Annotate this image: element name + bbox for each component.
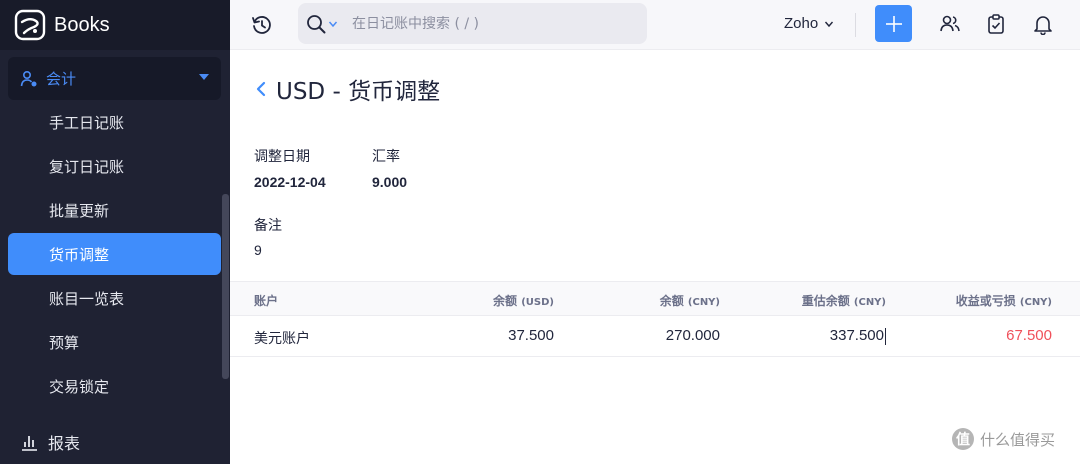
search-input[interactable] xyxy=(352,15,622,32)
organization-switcher[interactable]: Zoho xyxy=(784,15,834,32)
page-header: USD - 货币调整 xyxy=(254,72,440,106)
sidebar-item-label: 货币调整 xyxy=(49,245,110,264)
column-header-gain-loss: 收益或亏损 (CNY) xyxy=(955,294,1052,308)
divider xyxy=(855,13,856,37)
chevron-down-icon[interactable] xyxy=(328,19,338,29)
add-icon xyxy=(885,15,902,32)
users-icon[interactable] xyxy=(939,13,961,35)
sidebar-item-chart-of-accounts[interactable]: 账目一览表 xyxy=(8,277,221,319)
sidebar-item-label: 手工日记账 xyxy=(49,113,125,132)
search-icon[interactable] xyxy=(306,14,326,34)
notes-label: 备注 xyxy=(254,218,282,234)
search-bar[interactable] xyxy=(298,3,647,44)
sidebar-scrollbar[interactable] xyxy=(222,194,229,379)
quick-create-button[interactable] xyxy=(875,5,912,42)
revalued-balance-cell: 337.500 xyxy=(829,327,886,345)
notes-value: 9 xyxy=(254,242,262,258)
sidebar-item-label: 预算 xyxy=(49,333,80,352)
sidebar-item-manual-journals[interactable]: 手工日记账 xyxy=(8,101,221,143)
sidebar-item-transaction-locking[interactable]: 交易锁定 xyxy=(8,365,221,407)
sidebar-item-recurring-journals[interactable]: 复订日记账 xyxy=(8,145,221,187)
page-title: USD - 货币调整 xyxy=(276,79,441,105)
sidebar-section-accounting[interactable]: 会计 xyxy=(8,57,221,100)
bar-chart-icon xyxy=(22,436,37,451)
caret-down-icon xyxy=(199,74,209,80)
exchange-rate-label: 汇率 xyxy=(372,149,400,165)
sidebar-item-label: 复订日记账 xyxy=(49,157,125,176)
column-header-revalued-balance: 重估余额 (CNY) xyxy=(801,294,886,308)
watermark: 值 什么值得买 xyxy=(952,428,1055,450)
adjust-date-value: 2022-12-04 xyxy=(254,174,326,190)
sidebar-item-budgets[interactable]: 预算 xyxy=(8,321,221,363)
sidebar-item-label: 账目一览表 xyxy=(49,289,125,308)
brand-header[interactable]: Books xyxy=(0,0,230,50)
sidebar-section-label: 会计 xyxy=(46,70,77,88)
table-header: 账户 余额 (USD) 余额 (CNY) 重估余额 (CNY) 收益或亏损 (C… xyxy=(230,281,1080,316)
checklist-icon[interactable] xyxy=(985,13,1007,35)
watermark-badge: 值 xyxy=(952,428,974,450)
gain-loss-cell: 67.500 xyxy=(1006,327,1052,344)
chevron-down-icon xyxy=(825,21,834,27)
sidebar-item-label: 报表 xyxy=(48,434,81,453)
back-chevron-icon[interactable] xyxy=(254,79,268,99)
exchange-rate-value: 9.000 xyxy=(372,174,408,190)
balance-cny-cell: 270.000 xyxy=(665,327,720,344)
sidebar-item-bulk-update[interactable]: 批量更新 xyxy=(8,189,221,231)
app-name: Books xyxy=(54,13,110,36)
books-logo-icon xyxy=(14,9,46,41)
text-cursor xyxy=(885,327,886,345)
sidebar-item-label: 交易锁定 xyxy=(49,377,110,396)
column-header-account: 账户 xyxy=(254,294,279,308)
org-name: Zoho xyxy=(784,15,819,32)
top-bar: Zoho xyxy=(230,0,1080,50)
column-header-balance-usd: 余额 (USD) xyxy=(493,294,554,308)
table-row: 美元账户 37.500 270.000 337.500 67.500 xyxy=(230,316,1080,357)
bell-icon[interactable] xyxy=(1032,13,1054,35)
account-cell: 美元账户 xyxy=(254,331,310,347)
sidebar: Books 会计 手工日记账 复订日记账 批量更新 货币调整 账目一览表 预算 … xyxy=(0,0,230,464)
adjust-date-label: 调整日期 xyxy=(254,149,310,165)
watermark-text: 什么值得买 xyxy=(980,430,1056,449)
sidebar-item-reports[interactable]: 报表 xyxy=(20,424,80,460)
accounting-icon xyxy=(20,70,37,86)
sidebar-item-label: 批量更新 xyxy=(49,201,110,220)
column-header-balance-cny: 余额 (CNY) xyxy=(659,294,720,308)
balance-usd-cell: 37.500 xyxy=(508,327,554,344)
history-icon[interactable] xyxy=(250,13,274,37)
sidebar-item-currency-adjustments[interactable]: 货币调整 xyxy=(8,233,221,275)
